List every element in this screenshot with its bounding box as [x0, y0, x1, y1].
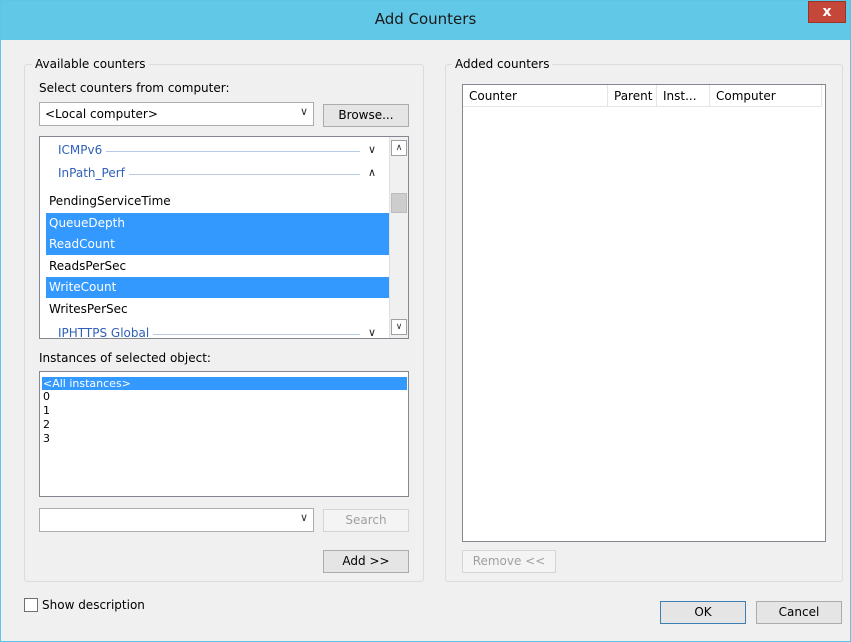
remove-button[interactable]: Remove <<	[462, 550, 556, 573]
browse-button[interactable]: Browse...	[323, 104, 409, 127]
available-counters-legend: Available counters	[32, 57, 149, 71]
cancel-button[interactable]: Cancel	[756, 601, 842, 624]
ok-button[interactable]: OK	[660, 601, 746, 624]
show-description-checkbox[interactable]	[24, 598, 38, 612]
chevron-down-icon[interactable]: ∨	[368, 326, 376, 338]
object-name: InPath_Perf	[58, 166, 129, 180]
added-counters-legend: Added counters	[452, 57, 553, 71]
counter-item[interactable]: ReadsPerSec	[46, 256, 389, 277]
scroll-up-icon[interactable]: ∧	[391, 140, 407, 156]
title-bar: Add Counters x	[1, 1, 850, 40]
counter-item[interactable]: WriteCount	[46, 277, 389, 298]
scroll-thumb[interactable]	[391, 193, 407, 213]
chevron-down-icon: ∨	[299, 511, 308, 524]
show-description-label[interactable]: Show description	[42, 598, 145, 612]
instances-list[interactable]: <All instances> 0 1 2 3	[39, 371, 409, 497]
counter-list-scrollbar[interactable]: ∧ ∨	[389, 137, 408, 338]
object-name: IPHTTPS Global	[58, 326, 154, 338]
added-counters-list[interactable]: Counter Parent Inst... Computer	[462, 84, 826, 542]
column-header-computer[interactable]: Computer	[710, 85, 822, 107]
object-row-icmpv6[interactable]: ICMPv6 ∨	[40, 140, 390, 162]
search-button[interactable]: Search	[323, 509, 409, 532]
select-computer-label: Select counters from computer:	[39, 81, 230, 95]
instance-item[interactable]: 2	[42, 418, 407, 431]
add-counters-dialog: Add Counters x Available counters Select…	[0, 0, 851, 642]
counter-list[interactable]: ICMPv6 ∨ InPath_Perf ∧ PendingServiceTim…	[39, 136, 409, 339]
instance-item[interactable]: 0	[42, 390, 407, 403]
counter-item[interactable]: ReadCount	[46, 234, 389, 255]
close-button[interactable]: x	[808, 1, 846, 23]
add-button[interactable]: Add >>	[323, 550, 409, 573]
instance-item[interactable]: <All instances>	[42, 377, 407, 390]
chevron-up-icon[interactable]: ∧	[368, 166, 376, 179]
scroll-down-icon[interactable]: ∨	[391, 319, 407, 335]
column-header-parent[interactable]: Parent	[608, 85, 657, 107]
object-name: ICMPv6	[58, 143, 107, 157]
instance-item[interactable]: 1	[42, 404, 407, 417]
computer-dropdown[interactable]: <Local computer> ∨	[39, 102, 314, 126]
object-row-inpath-perf[interactable]: InPath_Perf ∧	[40, 163, 390, 185]
counter-item[interactable]: WritesPerSec	[46, 299, 389, 320]
window-title: Add Counters	[374, 10, 477, 28]
computer-value: <Local computer>	[45, 107, 158, 121]
instance-item[interactable]: 3	[42, 432, 407, 445]
column-header-instance[interactable]: Inst...	[657, 85, 710, 107]
chevron-down-icon: ∨	[299, 105, 308, 118]
object-row-iphttps-global[interactable]: IPHTTPS Global ∨	[40, 323, 390, 338]
column-header-counter[interactable]: Counter	[463, 85, 608, 107]
instances-label: Instances of selected object:	[39, 351, 211, 365]
chevron-down-icon[interactable]: ∨	[368, 143, 376, 156]
counter-item[interactable]: QueueDepth	[46, 213, 389, 234]
counter-item[interactable]: PendingServiceTime	[46, 191, 389, 212]
search-combo[interactable]: ∨	[39, 508, 314, 532]
